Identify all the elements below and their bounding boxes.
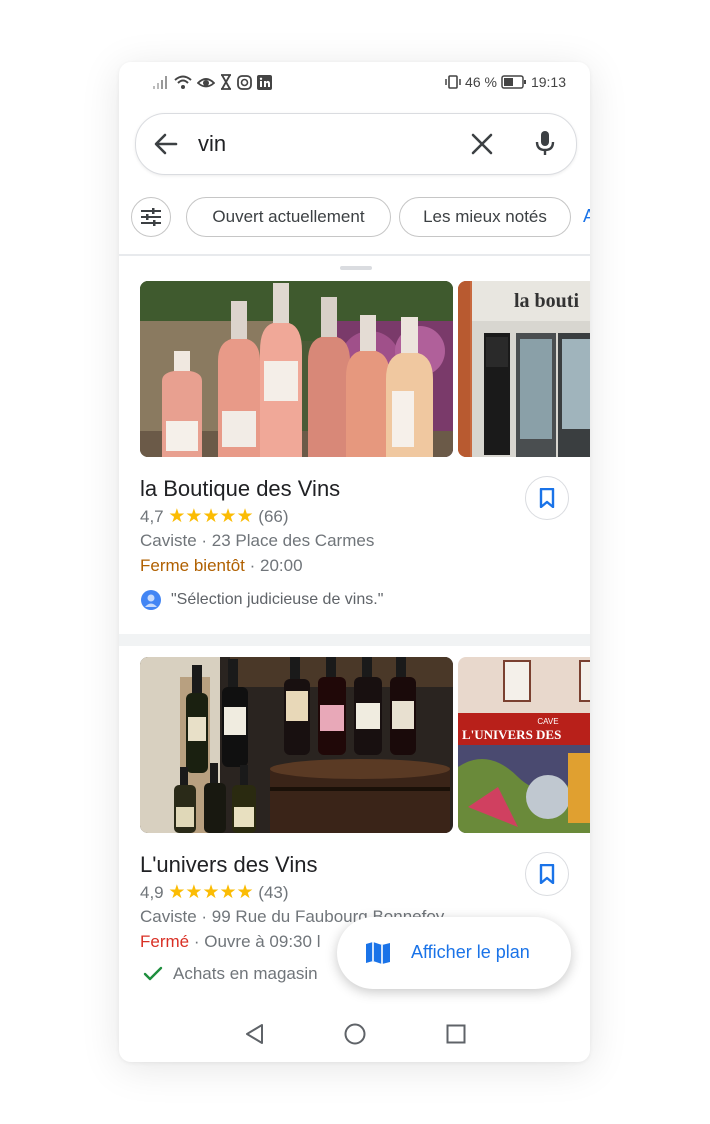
result-1-stars: ★★★★★ [168,506,254,527]
status-right: 46 % 19:13 [445,72,566,92]
chip-overflow[interactable]: A [583,206,590,227]
home-circle-icon[interactable] [344,1023,366,1045]
hourglass-icon [221,74,231,90]
sheet-drag-handle[interactable] [340,266,372,270]
wifi-icon [174,75,192,89]
filter-chips: Ouvert actuellement Les mieux notés A [119,196,590,240]
bookmark-icon [539,488,555,508]
result-1-photo-storefront[interactable]: la bouti [458,281,590,457]
result-2-stars: ★★★★★ [168,882,254,903]
search-bar[interactable]: vin [135,113,577,175]
header-divider [119,254,590,256]
storefront-image: la bouti [458,281,590,457]
result-2-photo-main[interactable] [140,657,453,833]
result-1-hours: Ferme bientôt · 20:00 [140,556,303,576]
microphone-icon[interactable] [530,128,560,158]
storefront-graffiti-image: CAVE L'UNIVERS DES [458,657,590,833]
search-input[interactable]: vin [198,130,226,158]
recents-square-icon[interactable] [446,1024,466,1044]
clock: 19:13 [530,74,566,90]
result-2-status-detail: · Ouvre à 09:30 l [189,932,321,951]
result-1-category-address: Caviste · 23 Place des Carmes [140,531,375,550]
avatar-icon [141,590,161,610]
result-2-name[interactable]: L'univers des Vins [140,852,317,878]
arrow-left-icon[interactable] [152,130,180,158]
eye-icon [197,78,215,88]
battery-icon [501,75,526,89]
result-2-feature-label: Achats en magasin [173,964,318,983]
result-2-save-button[interactable] [525,852,569,896]
result-1-status-detail: · 20:00 [244,556,303,575]
show-map-button[interactable]: Afficher le plan [337,917,571,989]
result-2-rating-line: 4,9 ★★★★★ (43) [140,881,289,904]
result-2-reviews[interactable]: (43) [258,883,288,902]
result-1-save-button[interactable] [525,476,569,520]
wine-shelf-image [140,657,453,833]
android-nav-bar [119,1007,590,1062]
storefront-sign-small: CAVE [537,717,558,726]
status-bar: 46 % 19:13 [119,62,590,102]
instagram-icon [237,74,252,90]
result-1-photo-main[interactable] [140,281,453,457]
linkedin-icon [257,74,272,90]
wine-bottles-image [140,281,453,457]
tune-icon [141,208,161,226]
result-1-status: Ferme bientôt [140,556,245,575]
result-1-rating: 4,7 [140,507,164,526]
show-map-label: Afficher le plan [411,942,530,962]
storefront-sign-text: la bouti [514,290,579,312]
result-2-photo-storefront[interactable]: CAVE L'UNIVERS DES [458,657,590,833]
status-left-icons [153,72,272,92]
close-icon[interactable] [468,130,496,158]
result-1-reviews[interactable]: (66) [258,507,288,526]
result-1-review: "Sélection judicieuse de vins." [141,590,383,610]
signal-icon [153,76,167,89]
battery-percent: 46 % [465,74,497,90]
chip-open-now[interactable]: Ouvert actuellement [186,197,391,237]
map-icon [366,942,390,964]
result-2-status: Fermé [140,932,190,951]
storefront-sign-text-2: L'UNIVERS DES [462,727,561,742]
check-icon [143,966,163,981]
bookmark-icon [539,864,555,884]
result-1-name[interactable]: la Boutique des Vins [140,476,340,502]
back-triangle-icon[interactable] [244,1023,264,1045]
result-2-hours: Fermé · Ouvre à 09:30 l [140,932,320,952]
filter-button[interactable] [131,197,171,237]
result-separator [119,634,590,646]
result-1-review-snippet: "Sélection judicieuse de vins." [171,591,384,608]
phone-screen: 46 % 19:13 vin Ouvert actuellement Les m… [119,62,590,1062]
result-1-rating-line: 4,7 ★★★★★ (66) [140,505,289,528]
result-2-feature: Achats en magasin [143,964,318,984]
vibrate-icon [445,75,461,89]
chip-top-rated[interactable]: Les mieux notés [399,197,571,237]
result-2-rating: 4,9 [140,883,164,902]
